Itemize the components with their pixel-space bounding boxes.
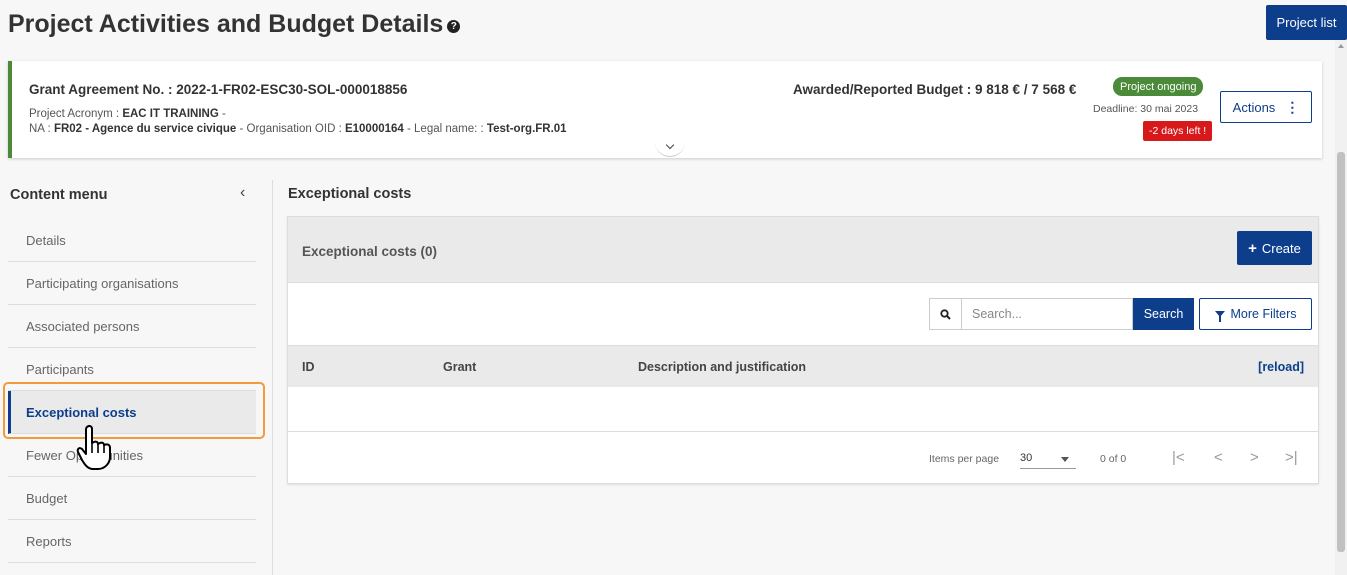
budget-label: Awarded/Reported Budget : [793,82,976,97]
next-page-icon[interactable]: > [1250,449,1259,466]
exceptional-costs-panel: Exceptional costs (0) +Create Search Mor… [287,216,1319,484]
create-label: Create [1261,240,1301,256]
section-title: Exceptional costs [288,186,412,202]
budget-value: 9 818 € / 7 568 € [975,82,1077,97]
page-title: Project Activities and Budget Details ? [8,10,461,39]
column-header-grant[interactable]: Grant [443,360,476,374]
content-menu-title: Content menu [10,187,108,203]
grant-agreement-value: 2022-1-FR02-ESC30-SOL-000018856 [176,82,408,97]
filter-icon [1214,311,1225,322]
na-label: NA : [29,123,54,135]
scroll-thumb[interactable] [1337,152,1345,552]
grant-summary-card: Grant Agreement No. : 2022-1-FR02-ESC30-… [8,61,1322,158]
sidebar-item-reports[interactable]: Reports [8,520,256,563]
search-icon[interactable] [929,298,961,330]
sidebar-item-details[interactable]: Details [8,219,256,262]
previous-page-icon[interactable]: < [1214,449,1223,466]
help-icon[interactable]: ? [447,19,461,33]
status-badge: Project ongoing [1113,77,1204,96]
legal-name-value: Test-org.FR.01 [486,123,567,135]
hand-cursor-icon [76,425,111,470]
more-filters-button[interactable]: More Filters [1199,298,1312,330]
scroll-up-icon[interactable] [1338,44,1344,48]
project-acronym: Project Acronym : EAC IT TRAINING - [29,108,226,120]
budget-summary: Awarded/Reported Budget : 9 818 € / 7 56… [793,82,1076,97]
items-per-page-value: 30 [1020,452,1033,464]
grant-agreement-number: Grant Agreement No. : 2022-1-FR02-ESC30-… [29,82,407,97]
acronym-value: EAC IT TRAINING [122,108,219,120]
first-page-icon[interactable]: |< [1172,449,1185,466]
days-left-badge: -2 days left ! [1143,121,1213,141]
page-title-text: Project Activities and Budget Details [8,10,444,38]
acronym-suffix: - [218,108,226,120]
legal-name-label: - Legal name: : [403,123,487,135]
paginator: Items per page 30 0 of 0 |< < > >| [288,432,1318,484]
panel-header: Exceptional costs (0) + Create [288,217,1318,283]
last-page-icon[interactable]: >| [1285,449,1298,466]
search-group: Search [929,298,1194,330]
collapse-menu-icon[interactable]: ‹ [240,184,245,202]
acronym-label: Project Acronym : [29,108,123,120]
plus-icon: + [1248,239,1257,257]
sidebar-item-budget[interactable]: Budget [8,477,256,520]
sidebar-item-participating-organisations[interactable]: Participating organisations [8,262,256,305]
dropdown-arrow-icon[interactable] [1061,457,1069,462]
organisation-info: NA : FR02 - Agence du service civique - … [29,123,567,135]
highlight-outline [3,382,265,439]
column-header-id[interactable]: ID [302,360,315,374]
search-input[interactable] [961,298,1133,330]
create-button[interactable]: + Create [1237,231,1312,265]
expand-card-toggle[interactable] [655,137,685,157]
kebab-menu-icon: ⋮ [1285,98,1300,115]
project-list-button[interactable]: Project list [1266,5,1347,40]
actions-label: Actions [1232,99,1276,115]
page-range-label: 0 of 0 [1100,453,1127,465]
oid-value: E10000164 [344,123,404,135]
na-value: FR02 - Agence du service civique [53,123,237,135]
sidebar-item-associated-persons[interactable]: Associated persons [8,305,256,348]
panel-title: Exceptional costs (0) [302,244,438,259]
page-scrollbar[interactable] [1335,40,1347,575]
table-empty-row [288,387,1318,432]
oid-label: - Organisation OID : [236,123,345,135]
table-header: ID Grant Description and justification [… [288,345,1318,387]
chevron-down-icon [665,140,675,149]
sidebar-item-fewer-opportunities[interactable]: Fewer Opportunities [8,434,256,477]
actions-button[interactable]: Actions ⋮ [1220,91,1312,123]
reload-link[interactable]: [reload] [1258,360,1304,374]
grant-agreement-label: Grant Agreement No. : [29,82,177,97]
column-header-description[interactable]: Description and justification [638,360,806,374]
items-per-page-label: Items per page [929,453,1000,465]
sidebar-divider [272,180,273,575]
more-filters-label: More Filters [1230,307,1297,321]
deadline-text: Deadline: 30 mai 2023 [1093,103,1199,115]
search-button[interactable]: Search [1133,298,1194,330]
